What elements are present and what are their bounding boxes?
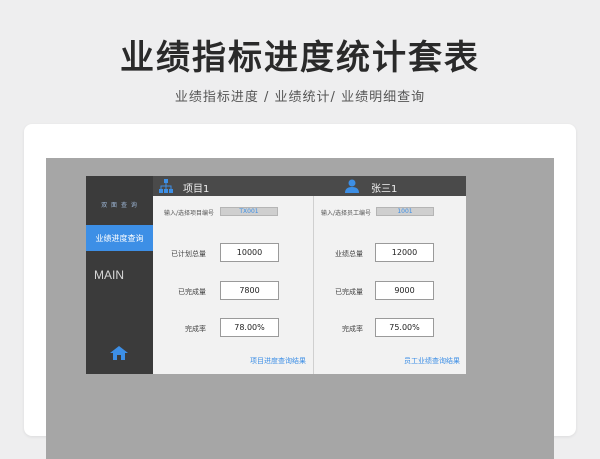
hierarchy-icon [159,179,173,193]
employee-result-link[interactable]: 员工业绩查询结果 [404,356,460,366]
page-title: 业绩指标进度统计套表 [120,38,480,78]
right-completed-value[interactable]: 9000 [375,281,434,300]
project-id-select[interactable]: TX001 [220,207,278,216]
panel-divider [313,196,314,374]
user-icon [345,179,359,193]
left-rate-label: 完成率 [185,325,206,333]
page-subtitle: 业绩指标进度 / 业绩统计/ 业绩明细查询 [174,90,426,105]
right-rate-label: 完成率 [342,325,363,333]
performance-total-label: 业绩总量 [335,250,363,258]
right-rate-value[interactable]: 75.00% [375,318,434,337]
planned-total-label: 已计划总量 [171,250,206,258]
sidebar-item-main[interactable]: MAIN [94,268,124,282]
home-icon[interactable] [110,346,128,360]
right-completed-label: 已完成量 [335,288,363,296]
sidebar-item-progress-query[interactable]: 业绩进度查询 [86,225,153,251]
right-panel-title: 张三1 [371,184,398,195]
performance-total-value[interactable]: 12000 [375,243,434,262]
dashboard-app: 双 面 查 询 业绩进度查询 MAIN 项目1 张三1 输入/选择项目编号 TX… [86,176,466,374]
project-id-label: 输入/选择项目编号 [164,210,215,217]
sidebar-top-label[interactable]: 双 面 查 询 [86,200,153,209]
sidebar: 双 面 查 询 业绩进度查询 MAIN [86,176,153,374]
planned-total-value[interactable]: 10000 [220,243,279,262]
header-bar: 项目1 张三1 [153,176,466,196]
employee-id-label: 输入/选择员工编号 [321,210,372,217]
left-completed-value[interactable]: 7800 [220,281,279,300]
left-completed-label: 已完成量 [178,288,206,296]
left-panel-title: 项目1 [183,184,210,195]
employee-id-select[interactable]: 1001 [376,207,434,216]
left-rate-value[interactable]: 78.00% [220,318,279,337]
project-result-link[interactable]: 项目进度查询结果 [250,356,306,366]
